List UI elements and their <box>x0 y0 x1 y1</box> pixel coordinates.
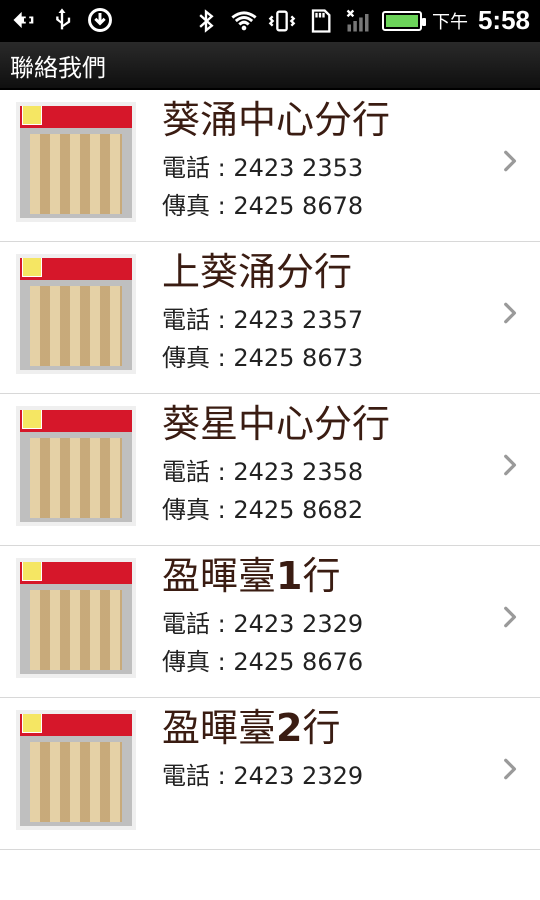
branch-fax: 傳真 : 2425 8678 <box>162 192 364 220</box>
photo-frame <box>16 254 136 374</box>
title-bar: 聯絡我們 <box>0 42 540 90</box>
branch-phone: 電話 : 2423 2358 <box>162 458 364 486</box>
branch-name-number: 1 <box>276 554 303 598</box>
branch-name: 盈暉臺1行 <box>162 552 340 600</box>
branch-photo <box>16 406 136 526</box>
photo-frame <box>16 710 136 830</box>
status-time: 5:58 <box>477 5 530 35</box>
branch-photo <box>16 710 136 830</box>
branch-photo <box>16 254 136 374</box>
branch-name: 葵星中心分行 <box>162 402 391 446</box>
download-icon <box>86 6 114 34</box>
list-item[interactable]: 盈暉臺1行 電話 : 2423 2329 傳真 : 2425 8676 <box>0 546 540 698</box>
branch-photo <box>16 558 136 678</box>
chevron-right-icon <box>496 148 522 174</box>
photo-frame <box>16 406 136 526</box>
bluetooth-icon <box>192 7 220 35</box>
list-item[interactable]: 盈暉臺2行 電話 : 2423 2329 <box>0 698 540 850</box>
status-ampm: 下午 <box>431 11 468 33</box>
sd-card-icon <box>306 7 334 35</box>
branch-name-prefix: 盈暉臺 <box>162 706 277 750</box>
branch-photo <box>16 102 136 222</box>
chevron-right-icon <box>496 300 522 326</box>
branch-fax: 傳真 : 2425 8676 <box>162 648 364 676</box>
photo-frame <box>16 558 136 678</box>
page-title: 聯絡我們 <box>10 53 106 82</box>
list-item[interactable]: 葵涌中心分行 電話 : 2423 2353 傳真 : 2425 8678 <box>0 90 540 242</box>
status-bar-right: 下午 5:58 <box>192 5 530 36</box>
branch-phone: 電話 : 2423 2329 <box>162 610 364 638</box>
branch-name-suffix: 行 <box>302 706 341 750</box>
branch-name-suffix: 行 <box>302 554 341 598</box>
battery-icon <box>381 10 426 31</box>
branch-phone: 電話 : 2423 2353 <box>162 154 364 182</box>
branch-list: 葵涌中心分行 電話 : 2423 2353 傳真 : 2425 8678 上葵涌… <box>0 90 540 850</box>
wifi-icon <box>230 7 258 35</box>
back-icon <box>10 6 38 34</box>
branch-name: 盈暉臺2行 <box>162 704 340 752</box>
chevron-right-icon <box>496 452 522 478</box>
signal-icon <box>344 7 372 35</box>
branch-name-number: 2 <box>276 706 303 750</box>
branch-phone: 電話 : 2423 2357 <box>162 306 364 334</box>
branch-name: 葵涌中心分行 <box>162 98 391 142</box>
list-item[interactable]: 上葵涌分行 電話 : 2423 2357 傳真 : 2425 8673 <box>0 242 540 394</box>
status-bar: 下午 5:58 <box>0 0 540 42</box>
branch-name: 上葵涌分行 <box>162 250 353 294</box>
vibrate-icon <box>268 7 296 35</box>
photo-frame <box>16 102 136 222</box>
branch-fax: 傳真 : 2425 8673 <box>162 344 364 372</box>
status-bar-left <box>10 6 114 34</box>
chevron-right-icon <box>496 604 522 630</box>
battery-level <box>385 14 418 27</box>
branch-fax: 傳真 : 2425 8682 <box>162 496 364 524</box>
list-item[interactable]: 葵星中心分行 電話 : 2423 2358 傳真 : 2425 8682 <box>0 394 540 546</box>
branch-phone: 電話 : 2423 2329 <box>162 762 364 790</box>
branch-name-prefix: 盈暉臺 <box>162 554 277 598</box>
chevron-right-icon <box>496 756 522 782</box>
usb-icon <box>48 6 76 34</box>
